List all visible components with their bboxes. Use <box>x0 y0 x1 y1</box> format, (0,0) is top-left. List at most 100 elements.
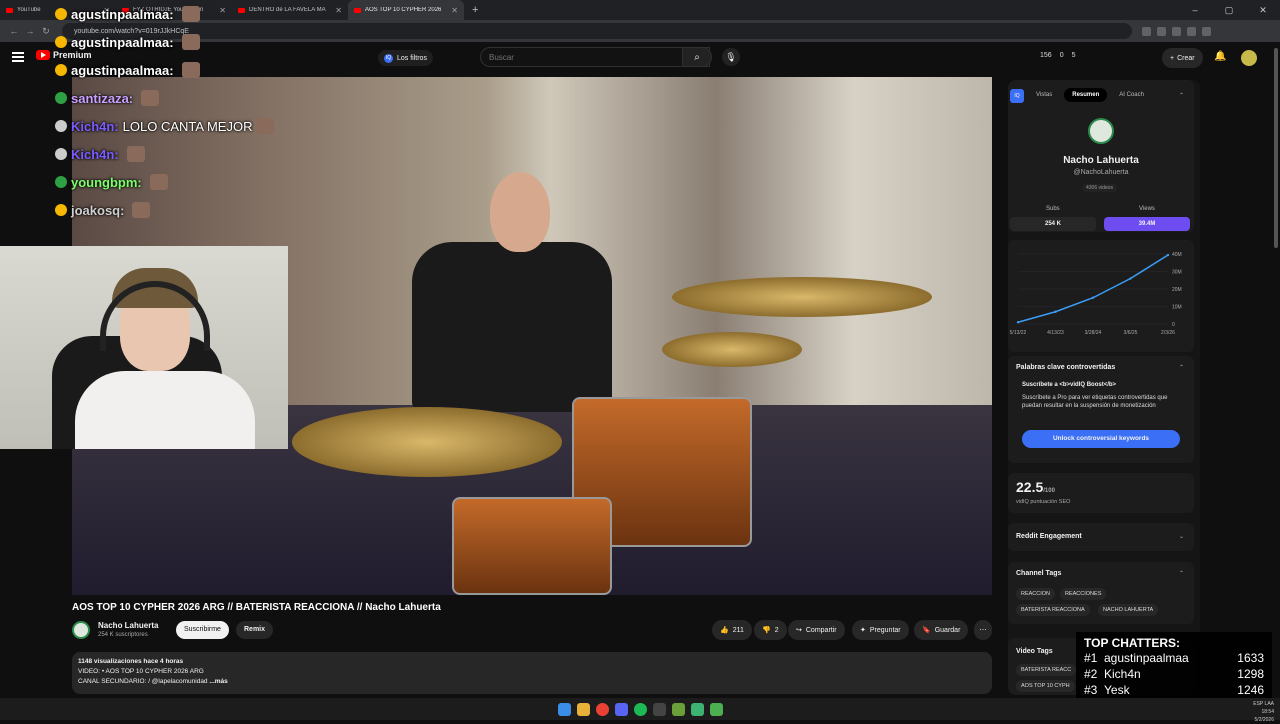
maximize-icon[interactable]: ▢ <box>1212 5 1246 16</box>
extension-icon[interactable] <box>1157 26 1166 36</box>
more-actions-icon[interactable]: ⋯ <box>974 620 992 640</box>
vidiq-panel: IQ Vistas Resumen AI Coach ⌃ Nacho Lahue… <box>1008 80 1200 695</box>
clock-date[interactable]: 5/2/2026 <box>1253 716 1274 724</box>
chat-text: LOLO CANTA MEJOR <box>122 118 253 134</box>
extension-icon[interactable] <box>1187 26 1196 36</box>
save-button[interactable]: 🔖 Guardar <box>914 620 969 640</box>
file-explorer-icon[interactable] <box>576 702 590 716</box>
collapse-icon[interactable]: ⌃ <box>1179 92 1184 99</box>
windows-taskbar <box>0 698 1280 720</box>
like-button[interactable]: 👍 211 <box>712 620 752 640</box>
x-tick-label: 2/3/26 <box>1161 330 1175 336</box>
chevron-down-icon[interactable]: ⌄ <box>1179 533 1184 540</box>
channel-avatar[interactable] <box>72 621 90 639</box>
subscribe-button[interactable]: Suscribirme <box>176 621 229 639</box>
channel-tag[interactable]: NACHO LAHUERTA <box>1098 604 1159 616</box>
dislike-button[interactable]: 👎 2 <box>754 620 787 640</box>
clock-time[interactable]: 18:54 <box>1253 708 1274 716</box>
chatter-rank: #1 <box>1084 651 1098 665</box>
forward-icon[interactable]: → <box>22 26 38 36</box>
show-more-link[interactable]: ...más <box>209 678 227 685</box>
chat-badge-icon <box>55 148 67 160</box>
drummer-figure <box>412 242 612 412</box>
search-input[interactable] <box>481 52 661 62</box>
reddit-engagement-card[interactable]: Reddit Engagement ⌄ <box>1008 523 1194 551</box>
extension-icon[interactable] <box>1142 26 1151 36</box>
tab-ai-coach[interactable]: AI Coach <box>1111 88 1152 102</box>
create-button[interactable]: + Crear <box>1162 48 1203 68</box>
seo-score-max: /100 <box>1043 488 1055 494</box>
app-icon[interactable] <box>690 702 704 716</box>
channel-tag[interactable]: REACCION <box>1016 588 1056 600</box>
collapse-icon[interactable]: ⌃ <box>1179 364 1184 371</box>
chatter-name: Kich4n <box>1104 667 1141 681</box>
user-avatar[interactable] <box>1241 50 1257 66</box>
stat-value: 5 <box>1071 52 1076 59</box>
close-tab-icon[interactable]: ✕ <box>451 6 458 15</box>
new-tab-icon[interactable]: + <box>472 4 478 16</box>
close-tab-icon[interactable]: ✕ <box>335 6 342 15</box>
channel-tags-title: Channel Tags <box>1016 570 1062 577</box>
tab-resumen[interactable]: Resumen <box>1064 88 1108 102</box>
view-stats: 1148 visualizaciones hace 4 horas <box>78 658 184 665</box>
extension-icon[interactable] <box>1172 26 1181 36</box>
views-data-point <box>1091 296 1095 299</box>
remix-button[interactable]: Remix <box>236 621 274 639</box>
chatter-row: #2 Kich4n 1298 <box>1084 666 1264 682</box>
microphone-icon[interactable]: 🎙 <box>722 48 740 66</box>
unlock-keywords-button[interactable]: Unlock controversial keywords <box>1022 430 1180 448</box>
views-label: Views <box>1139 206 1155 212</box>
drummer-head <box>490 172 550 252</box>
video-tag[interactable]: BATERISTA REACC <box>1016 664 1077 676</box>
chat-badge-icon <box>55 204 67 216</box>
ask-button[interactable]: ✦ Preguntar <box>852 620 909 640</box>
start-menu-icon[interactable] <box>557 702 571 716</box>
discord-icon[interactable] <box>614 702 628 716</box>
video-description[interactable]: 1148 visualizaciones hace 4 horas VIDEO:… <box>72 652 992 694</box>
filters-button[interactable]: IQ Los filtros <box>378 50 433 66</box>
y-tick-label: 40M <box>1172 252 1182 258</box>
video-tag[interactable]: AOS TOP 10 CYPH <box>1016 680 1075 692</box>
extension-icon[interactable] <box>1202 26 1211 36</box>
reload-icon[interactable]: ↻ <box>38 26 54 37</box>
chat-emote-icon <box>181 62 200 78</box>
x-tick-label: 3/6/25 <box>1124 330 1138 336</box>
cymbal <box>672 277 932 317</box>
channel-tag[interactable]: BATERISTA REACCIONA <box>1016 604 1090 616</box>
youtube-favicon-icon <box>354 7 361 13</box>
channel-name[interactable]: Nacho Lahuerta <box>98 621 158 630</box>
vidiq-tabs: Vistas Resumen AI Coach <box>1028 88 1152 102</box>
browser-tab-active[interactable]: AOS TOP 10 CYPHER 2026 ✕ <box>348 0 464 20</box>
chrome-icon[interactable] <box>595 702 609 716</box>
search-box[interactable] <box>480 47 710 67</box>
hamburger-menu-icon[interactable] <box>12 52 24 62</box>
collapse-icon[interactable]: ⌃ <box>1179 570 1184 577</box>
chat-emote-icon <box>132 202 151 218</box>
back-icon[interactable]: ← <box>6 26 22 36</box>
seo-score-value: 22.5 <box>1016 479 1044 495</box>
search-button[interactable]: ⌕ <box>682 47 712 67</box>
views-data-point <box>1166 253 1170 257</box>
views-value[interactable]: 39.4M <box>1104 217 1190 231</box>
chat-message: youngbpm: <box>55 168 295 196</box>
share-button[interactable]: ↪ Compartir <box>788 620 845 640</box>
description-line: VIDEO: • AOS TOP 10 CYPHER 2026 ARG <box>78 668 204 675</box>
system-tray: ESP LAA 18:54 5/2/2026 <box>1253 700 1274 724</box>
minecraft-icon[interactable] <box>671 702 685 716</box>
subs-value[interactable]: 254 K <box>1010 217 1096 231</box>
page-scrollbar[interactable] <box>1274 48 1278 248</box>
channel-tag[interactable]: REACCIONES <box>1060 588 1107 600</box>
notifications-bell-icon[interactable]: 🔔 <box>1214 51 1226 62</box>
app-icon[interactable] <box>709 702 723 716</box>
minimize-icon[interactable]: – <box>1178 5 1212 15</box>
close-window-icon[interactable]: ✕ <box>1246 5 1280 16</box>
language-indicator[interactable]: ESP LAA <box>1253 700 1274 708</box>
chat-badge-icon <box>55 92 67 104</box>
obs-icon[interactable] <box>652 702 666 716</box>
channel-name: Nacho Lahuerta <box>1063 155 1139 166</box>
chat-username: Kich4n: <box>71 118 119 134</box>
spotify-icon[interactable] <box>633 702 647 716</box>
tab-vistas[interactable]: Vistas <box>1028 88 1060 102</box>
vidiq-logo-icon: IQ <box>1010 89 1024 103</box>
chat-emote-icon <box>149 174 168 190</box>
